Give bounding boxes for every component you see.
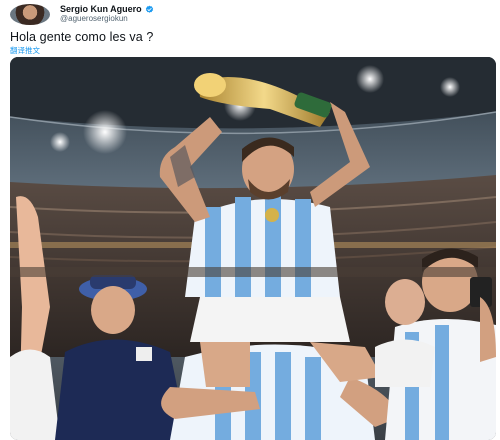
verified-badge-icon — [145, 5, 153, 13]
author-handle[interactable]: @aguerosergiokun — [60, 14, 154, 24]
celebration-photo-illustration — [10, 57, 496, 440]
tweet-photo[interactable] — [10, 57, 496, 440]
avatar[interactable] — [10, 3, 50, 25]
author-info: Sergio Kun Aguero @aguerosergiokun — [60, 4, 154, 24]
author-name-row: Sergio Kun Aguero — [60, 4, 154, 14]
tweet-header: Sergio Kun Aguero @aguerosergiokun — [10, 3, 154, 25]
author-name[interactable]: Sergio Kun Aguero — [60, 4, 142, 14]
translate-tweet-link[interactable]: 翻译推文 — [10, 45, 40, 56]
tweet-card: Sergio Kun Aguero @aguerosergiokun Hola … — [0, 0, 500, 440]
tweet-text: Hola gente como les va ? — [10, 30, 154, 44]
